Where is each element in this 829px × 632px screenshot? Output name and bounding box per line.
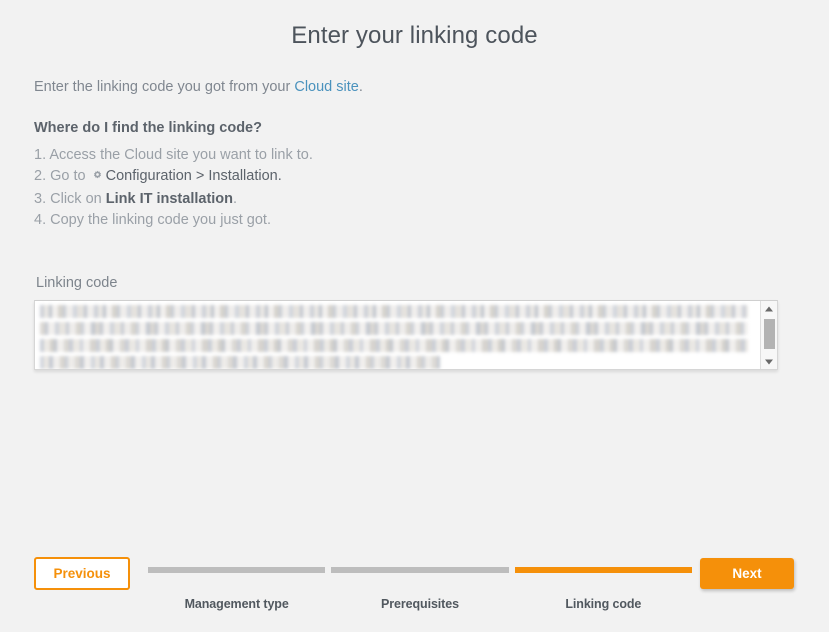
page-title: Enter your linking code	[291, 22, 538, 49]
redacted-line	[40, 339, 748, 352]
howto-heading: Where do I find the linking code?	[34, 120, 262, 136]
list-item-step-4: 4. Copy the linking code you just got.	[34, 210, 795, 231]
linking-code-input[interactable]	[34, 300, 778, 370]
redacted-line	[40, 305, 748, 318]
step-label-prerequisites: Prerequisites	[381, 597, 459, 611]
step-label-management-type: Management type	[184, 597, 289, 611]
list-item-step-3: 3. Click on Link IT installation.	[34, 189, 795, 210]
step-2-prefix: 2. Go to	[34, 168, 86, 184]
wizard-progress-bar	[148, 567, 692, 573]
content-area: Enter the linking code you got from your…	[0, 78, 829, 370]
wizard-footer: Previous Next Management type Prerequisi…	[0, 550, 829, 632]
previous-button[interactable]: Previous	[34, 557, 130, 590]
intro-text: Enter the linking code you got from your…	[34, 78, 795, 96]
step-3-prefix: 3. Click on	[34, 191, 102, 207]
gear-icon	[91, 168, 104, 189]
next-button[interactable]: Next	[700, 558, 794, 589]
scrollbar-thumb[interactable]	[764, 319, 775, 349]
intro-text-before: Enter the linking code you got from your	[34, 79, 295, 95]
redacted-code-content	[40, 305, 755, 369]
linking-code-label: Linking code	[36, 275, 118, 291]
scroll-down-icon[interactable]	[761, 354, 777, 369]
intro-text-after: .	[358, 79, 363, 95]
step-4-text: 4. Copy the linking code you just got.	[34, 212, 271, 228]
step-2-suffix: Configuration > Installation.	[105, 168, 282, 184]
cloud-site-link[interactable]: Cloud site	[294, 79, 358, 95]
redacted-line	[40, 356, 441, 369]
progress-segment-linking-code	[514, 567, 692, 573]
progress-segment-management-type	[148, 567, 326, 573]
step-label-linking-code: Linking code	[565, 597, 642, 611]
step-1-text: 1. Access the Cloud site you want to lin…	[34, 147, 313, 163]
step-3-bold: Link IT installation	[105, 191, 234, 207]
howto-steps-list: 1. Access the Cloud site you want to lin…	[34, 145, 795, 231]
progress-segment-prerequisites	[331, 567, 509, 573]
list-item-step-2: 2. Go to Configuration > Installation.	[34, 166, 795, 189]
redacted-line	[40, 322, 748, 335]
list-item-step-1: 1. Access the Cloud site you want to lin…	[34, 145, 795, 166]
textarea-scrollbar[interactable]	[760, 301, 777, 369]
step-3-suffix: .	[233, 191, 238, 207]
scroll-up-icon[interactable]	[761, 301, 777, 316]
